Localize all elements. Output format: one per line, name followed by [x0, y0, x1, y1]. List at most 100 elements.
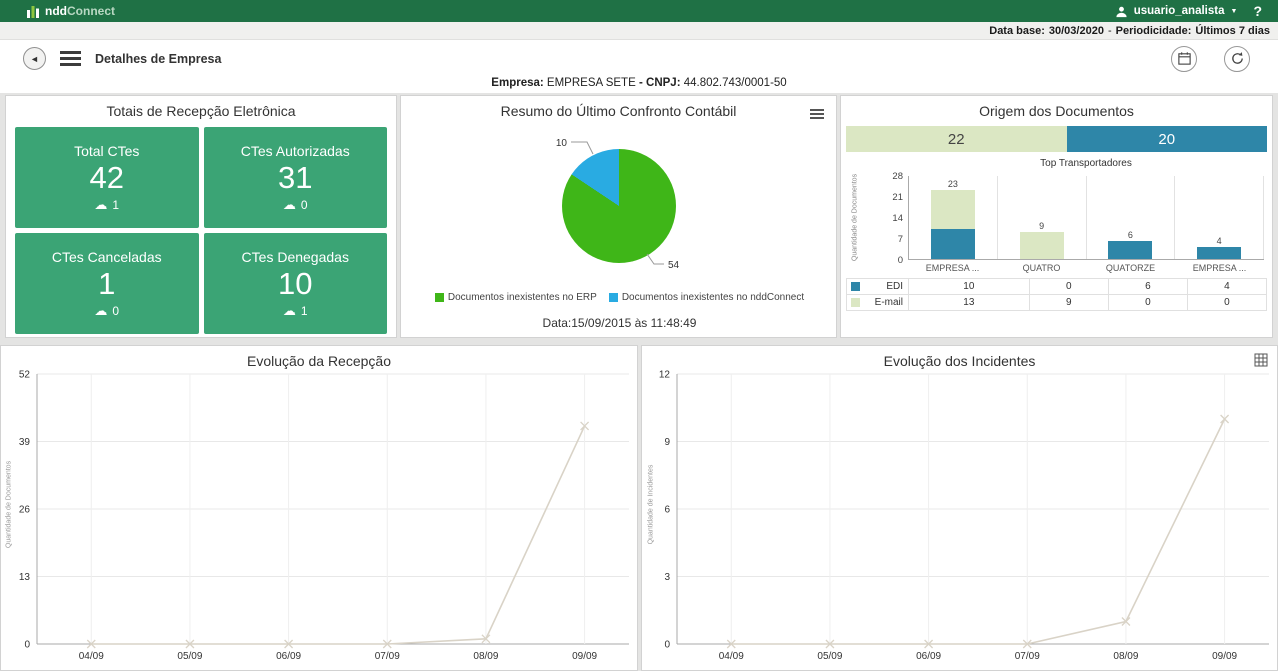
- brand-text-connect: Connect: [67, 4, 115, 18]
- recepcao-y-axis-label: Quantidade de Documentos: [6, 440, 13, 570]
- tt-y-tick-label: 21: [879, 192, 903, 203]
- tt-y-tick-label: 28: [879, 171, 903, 182]
- company-dash: -: [639, 77, 643, 89]
- point-marker: [925, 640, 933, 648]
- tt-y-tick-label: 0: [879, 255, 903, 266]
- y-tick-label: 26: [19, 505, 31, 516]
- period-label: Periodicidade:: [1116, 25, 1192, 37]
- tt-y-tick-label: 7: [879, 234, 903, 245]
- y-tick-label: 6: [664, 505, 670, 516]
- confronto-date: Data:15/09/2015 às 11:48:49: [401, 316, 838, 330]
- brand: nddConnect: [26, 2, 115, 20]
- point-marker: [186, 640, 194, 648]
- tt-bar-slot: 23: [909, 176, 998, 259]
- point-marker: [925, 640, 933, 648]
- tt-bar-slot: 9: [998, 176, 1087, 259]
- legend-item-erp[interactable]: Documentos inexistentes no ERP: [435, 292, 597, 303]
- tt-bar-slot: 4: [1175, 176, 1264, 259]
- infobar: Data base: 30/03/2020 - Periodicidade: Ú…: [0, 22, 1278, 40]
- legend-item-nddconnect[interactable]: Documentos inexistentes no nddConnect: [609, 292, 804, 303]
- chevron-down-icon: ▼: [1231, 8, 1238, 15]
- tt-table-value: 6: [1108, 279, 1187, 295]
- series-name: E-mail: [864, 297, 906, 308]
- kpi-value: 42: [90, 161, 124, 195]
- tt-data-table: EDI10064E-mail13900: [846, 278, 1267, 311]
- refresh-icon: [1230, 51, 1245, 66]
- kpi-cloud: ☁0: [283, 198, 308, 212]
- tt-table-row: E-mail13900: [847, 295, 1267, 311]
- series-line: [731, 419, 1224, 644]
- pie-callout-value-blue: 10: [556, 138, 568, 149]
- user-icon: [1115, 5, 1128, 18]
- x-tick-label: 07/09: [1015, 651, 1040, 662]
- pie-callout-value-green: 54: [668, 260, 680, 271]
- callout-line: [571, 142, 593, 154]
- tt-bar: [1108, 241, 1152, 259]
- user-menu[interactable]: usuario_analista ▼: [1115, 5, 1238, 18]
- refresh-button[interactable]: [1224, 46, 1250, 72]
- pie-legend: Documentos inexistentes no ERP Documento…: [401, 292, 838, 303]
- point-marker: [1023, 640, 1031, 648]
- back-button[interactable]: ◄: [23, 47, 46, 70]
- tt-bar: [931, 190, 975, 259]
- tt-bar-slot: 6: [1087, 176, 1176, 259]
- tt-table-value: 9: [1029, 295, 1108, 311]
- kpi-label: CTes Denegadas: [242, 249, 349, 265]
- tt-table-value: 0: [1187, 295, 1266, 311]
- tt-bar-total-label: 23: [948, 179, 958, 189]
- tt-bar: [1020, 232, 1064, 259]
- tt-y-tick-label: 14: [879, 213, 903, 224]
- chart-menu-icon[interactable]: [810, 107, 824, 121]
- panel-confronto-contabil: Resumo do Último Confronto Contábil 10 5…: [400, 95, 837, 338]
- point-marker: [1221, 415, 1229, 423]
- panel-evolucao-recepcao: Evolução da Recepção Quantidade de Docum…: [0, 345, 638, 671]
- database-label: Data base:: [989, 25, 1045, 37]
- callout-line: [647, 254, 664, 264]
- help-button[interactable]: ?: [1253, 3, 1266, 19]
- point-marker: [727, 640, 735, 648]
- kpi-cloud: ☁1: [283, 304, 308, 318]
- totais-title: Totais de Recepção Eletrônica: [6, 96, 396, 119]
- cloud-icon: ☁: [94, 304, 107, 317]
- hamburger-menu-button[interactable]: [60, 48, 81, 69]
- point-marker: [87, 640, 95, 648]
- series-name: EDI: [864, 281, 906, 292]
- tt-table-value: 10: [909, 279, 1030, 295]
- table-view-button[interactable]: [1254, 353, 1268, 370]
- incidentes-title: Evolução dos Incidentes: [642, 346, 1277, 369]
- confronto-title: Resumo do Último Confronto Contábil: [401, 96, 836, 119]
- kpi-cloud-count: 1: [301, 304, 308, 318]
- tt-bar-total-label: 9: [1039, 221, 1044, 231]
- cloud-icon: ☁: [94, 198, 107, 211]
- stacked-segment-value: 20: [1158, 131, 1175, 148]
- legend-swatch-blue: [609, 293, 618, 302]
- y-tick-label: 9: [664, 437, 670, 448]
- point-marker: [482, 635, 490, 643]
- tt-bar-total-label: 4: [1217, 236, 1222, 246]
- tt-table-value: 0: [1029, 279, 1108, 295]
- stacked-segment-edi: 20: [1067, 126, 1267, 152]
- recepcao-line-chart: 01326395204/0905/0906/0907/0908/0909/09: [1, 346, 637, 670]
- database-value: 30/03/2020: [1049, 25, 1104, 37]
- point-marker: [482, 635, 490, 643]
- calendar-button[interactable]: [1171, 46, 1197, 72]
- point-marker: [1122, 618, 1130, 626]
- panel-totais-recepcao: Totais de Recepção Eletrônica Total CTes…: [5, 95, 397, 338]
- y-tick-label: 0: [664, 640, 670, 651]
- panel-evolucao-incidentes: Evolução dos Incidentes Quantidade de In…: [641, 345, 1278, 671]
- cnpj-value: 44.802.743/0001-50: [684, 77, 787, 89]
- kpi-card-total-ctes: Total CTes 42 ☁1: [15, 127, 199, 228]
- y-tick-label: 0: [24, 640, 30, 651]
- origem-title: Origem dos Documentos: [841, 96, 1272, 119]
- x-tick-label: 04/09: [79, 651, 104, 662]
- tt-x-label: QUATRO: [997, 263, 1086, 273]
- series-swatch: [851, 298, 860, 307]
- kpi-value: 31: [278, 161, 312, 195]
- tt-table-value: 13: [909, 295, 1030, 311]
- tt-bar-segment-edi: [1197, 247, 1241, 259]
- recepcao-title: Evolução da Recepção: [1, 346, 637, 369]
- tt-bar-segment-edi: [931, 229, 975, 259]
- tt-bar: [1197, 247, 1241, 259]
- kpi-card-ctes-canceladas: CTes Canceladas 1 ☁0: [15, 233, 199, 334]
- x-tick-label: 08/09: [473, 651, 498, 662]
